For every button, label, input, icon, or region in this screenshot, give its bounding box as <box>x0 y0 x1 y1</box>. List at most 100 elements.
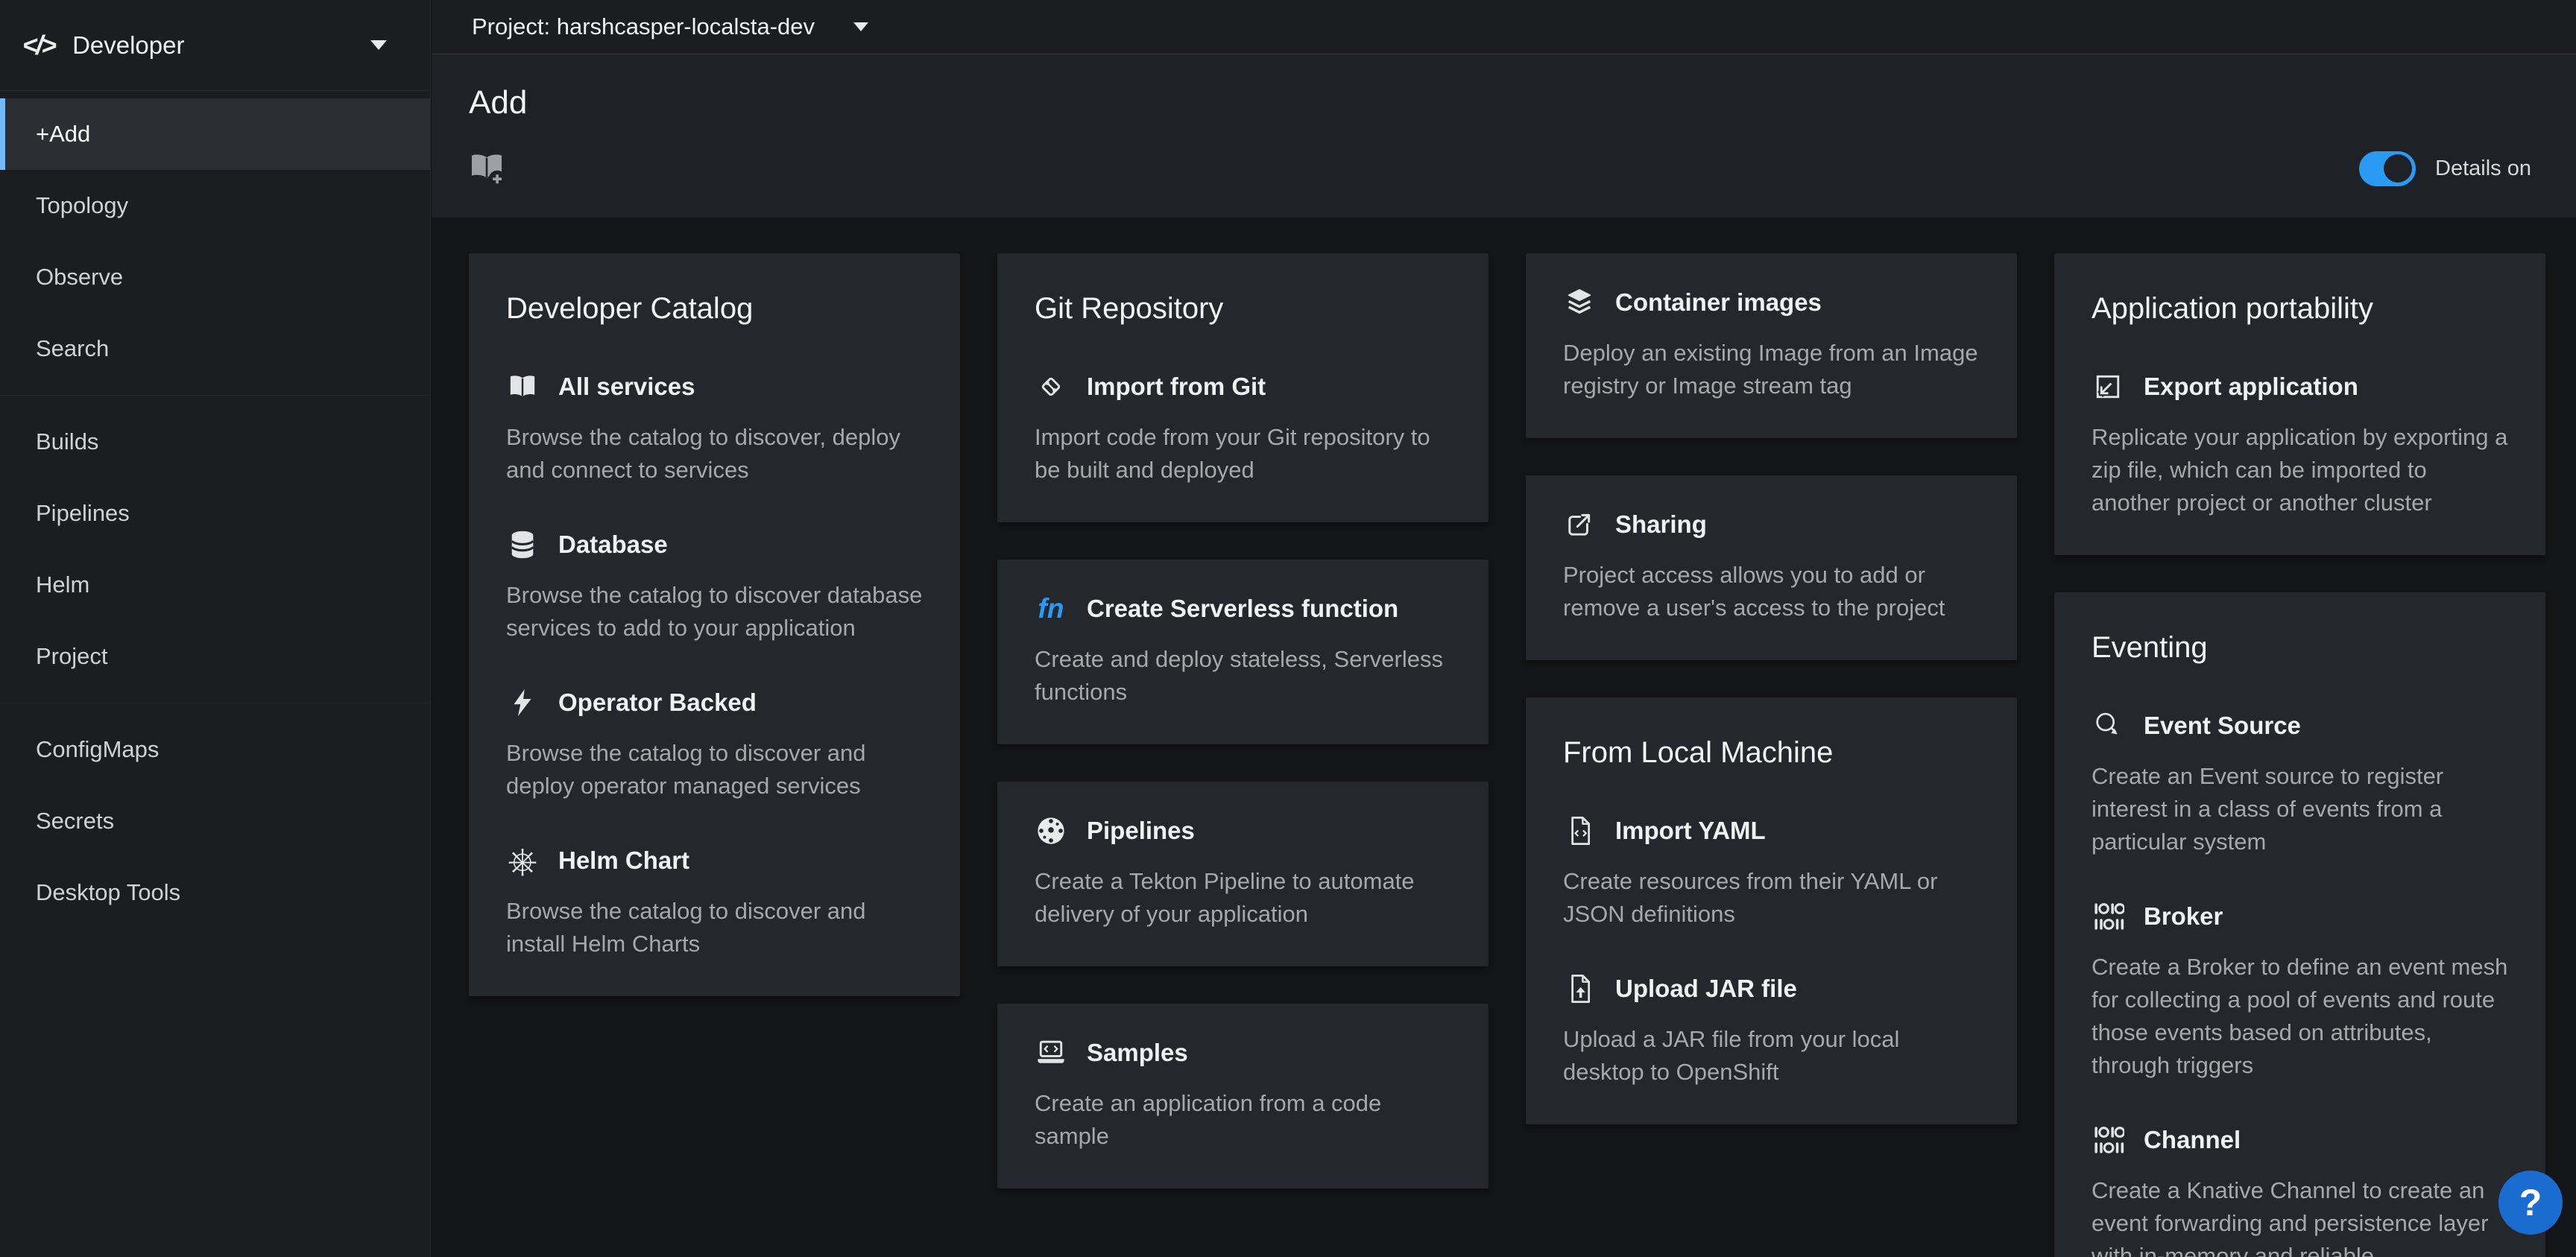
tile-head: Upload JAR file <box>1563 972 1980 1005</box>
card-title: From Local Machine <box>1563 736 1980 770</box>
sidebar-item-configmaps[interactable]: ConfigMaps <box>0 714 430 785</box>
card-sharing[interactable]: SharingProject access allows you to add … <box>1526 475 2017 660</box>
event-source-icon <box>2092 709 2124 742</box>
sidebar-item-add[interactable]: +Add <box>0 98 430 170</box>
card-title: Developer Catalog <box>506 292 923 326</box>
add-action-all-services[interactable]: All servicesBrowse the catalog to discov… <box>506 370 923 487</box>
tile-title: Pipelines <box>1087 817 1195 845</box>
card-git-repository[interactable]: Git RepositoryImport from GitImport code… <box>997 253 1489 522</box>
details-toggle[interactable] <box>2359 151 2416 186</box>
tile-title: Broker <box>2144 902 2223 931</box>
tile-head: Pipelines <box>1035 814 1451 847</box>
card-create-serverless-function[interactable]: fnCreate Serverless function Create and d… <box>997 560 1489 744</box>
open-book-icon <box>506 370 539 403</box>
card-column-2: Git RepositoryImport from GitImport code… <box>997 253 1489 1257</box>
card-title: Eventing <box>2092 631 2508 665</box>
tile-head: ⎈ Helm Chart <box>506 844 923 877</box>
card-columns: Developer CatalogAll servicesBrowse the … <box>432 218 2576 1257</box>
add-action-helm-chart[interactable]: ⎈ Helm Chart Browse the catalog to discove… <box>506 844 923 960</box>
tile-description: Browse the catalog to discover database … <box>506 579 923 645</box>
add-action-broker[interactable]: BrokerCreate a Broker to define an event… <box>2092 900 2508 1082</box>
chevron-down-icon <box>370 40 387 50</box>
tile-description: Create a Tekton Pipeline to automate del… <box>1035 865 1451 931</box>
add-action-container-images[interactable]: Container images Deploy an existing Image… <box>1563 286 1980 402</box>
details-switch-group: Details on <box>2359 151 2531 186</box>
tile-head: Samples <box>1035 1036 1451 1069</box>
help-button[interactable]: ? <box>2498 1171 2563 1235</box>
laptop-code-icon <box>1035 1036 1067 1069</box>
add-action-operator-backed[interactable]: Operator Backed Browse the catalog to dis… <box>506 686 923 802</box>
perspective-switcher[interactable]: </> Developer <box>0 0 430 91</box>
tile-head: fnCreate Serverless function <box>1035 592 1451 625</box>
sidebar-item-search[interactable]: Search <box>0 313 430 384</box>
tekton-icon <box>1035 814 1067 847</box>
binary-icon <box>2092 900 2124 933</box>
helm-icon: ⎈ <box>506 844 539 877</box>
tile-description: Create and deploy stateless, Serverless … <box>1035 643 1451 709</box>
database-icon <box>506 528 539 561</box>
bolt-icon <box>506 686 539 719</box>
tile-title: Operator Backed <box>558 688 757 717</box>
tile-description: Deploy an existing Image from an Image r… <box>1563 337 1980 402</box>
tile-head: Import from Git <box>1035 370 1451 403</box>
card-container-images[interactable]: Container images Deploy an existing Image… <box>1526 253 2017 438</box>
tile-description: Create a Knative Channel to create an ev… <box>2092 1174 2508 1257</box>
add-page-content: Developer CatalogAll servicesBrowse the … <box>432 218 2576 1257</box>
add-action-import-from-git[interactable]: Import from GitImport code from your Git… <box>1035 370 1451 487</box>
add-action-sharing[interactable]: SharingProject access allows you to add … <box>1563 508 1980 624</box>
project-switcher-label: Project: harshcasper-localsta-dev <box>472 13 815 40</box>
add-action-upload-jar-file[interactable]: Upload JAR fileUpload a JAR file from yo… <box>1563 972 1980 1089</box>
sidebar-item-observe[interactable]: Observe <box>0 241 430 313</box>
add-action-pipelines[interactable]: Pipelines Create a Tekton Pipeline to aut… <box>1035 814 1451 931</box>
tile-description: Browse the catalog to discover and deplo… <box>506 737 923 802</box>
sidebar-item-builds[interactable]: Builds <box>0 406 430 478</box>
tile-title: Create Serverless function <box>1087 595 1398 623</box>
tile-title: Container images <box>1615 288 1822 317</box>
book-plus-icon[interactable] <box>467 148 506 187</box>
card-from-local-machine[interactable]: From Local Machine Import YAMLCreate reso… <box>1526 697 2017 1124</box>
sidebar-item-desktop-tools[interactable]: Desktop Tools <box>0 857 430 928</box>
card-pipelines[interactable]: Pipelines Create a Tekton Pipeline to aut… <box>997 782 1489 966</box>
tile-title: Import YAML <box>1615 817 1766 845</box>
page-header: Add Details on <box>432 54 2576 218</box>
tile-title: All services <box>558 373 695 401</box>
card-samples[interactable]: Samples Create an application from a code… <box>997 1004 1489 1188</box>
card-application-portability[interactable]: Application portability Export applicatio… <box>2054 253 2545 555</box>
card-title: Application portability <box>2092 292 2508 326</box>
chevron-down-icon <box>853 22 868 31</box>
add-action-export-application[interactable]: Export applicationReplicate your applica… <box>2092 370 2508 519</box>
tile-description: Browse the catalog to discover and insta… <box>506 895 923 960</box>
add-action-database[interactable]: DatabaseBrowse the catalog to discover d… <box>506 528 923 645</box>
tile-head: Channel <box>2092 1124 2508 1156</box>
sidebar-item-helm[interactable]: Helm <box>0 549 430 621</box>
project-switcher[interactable]: Project: harshcasper-localsta-dev <box>472 13 868 40</box>
card-eventing[interactable]: Eventing Event SourceCreate an Event sour… <box>2054 592 2545 1257</box>
sidebar-item-secrets[interactable]: Secrets <box>0 785 430 857</box>
binary-icon <box>2092 1124 2124 1156</box>
card-column-4: Application portability Export applicatio… <box>2054 253 2545 1257</box>
add-action-event-source[interactable]: Event SourceCreate an Event source to re… <box>2092 709 2508 858</box>
tile-head: Sharing <box>1563 508 1980 541</box>
card-column-1: Developer CatalogAll servicesBrowse the … <box>469 253 960 1257</box>
tile-title: Upload JAR file <box>1615 975 1797 1003</box>
tile-title: Sharing <box>1615 510 1707 539</box>
card-developer-catalog[interactable]: Developer CatalogAll servicesBrowse the … <box>469 253 960 996</box>
sidebar-item-project[interactable]: Project <box>0 621 430 692</box>
add-action-samples[interactable]: Samples Create an application from a code… <box>1035 1036 1451 1153</box>
add-action-channel[interactable]: Channel Create a Knative Channel to creat… <box>2092 1124 2508 1257</box>
sidebar-item-pipelines[interactable]: Pipelines <box>0 478 430 549</box>
file-code-icon <box>1563 814 1596 847</box>
sidebar: </> Developer +AddTopologyObserveSearch B… <box>0 0 431 1257</box>
add-action-create-serverless-function[interactable]: fnCreate Serverless function Create and d… <box>1035 592 1451 709</box>
tile-title: Import from Git <box>1087 373 1266 401</box>
main-area: Project: harshcasper-localsta-dev Add De… <box>432 0 2576 1257</box>
details-toggle-label: Details on <box>2435 156 2531 181</box>
tile-title: Samples <box>1087 1039 1188 1067</box>
perspective-label: Developer <box>72 31 370 60</box>
add-action-import-yaml[interactable]: Import YAMLCreate resources from their Y… <box>1563 814 1980 931</box>
card-column-3: Container images Deploy an existing Image… <box>1526 253 2017 1257</box>
tile-description: Create an application from a code sample <box>1035 1087 1451 1153</box>
toggle-knob <box>2384 154 2412 183</box>
tile-title: Helm Chart <box>558 846 689 875</box>
sidebar-item-topology[interactable]: Topology <box>0 170 430 241</box>
